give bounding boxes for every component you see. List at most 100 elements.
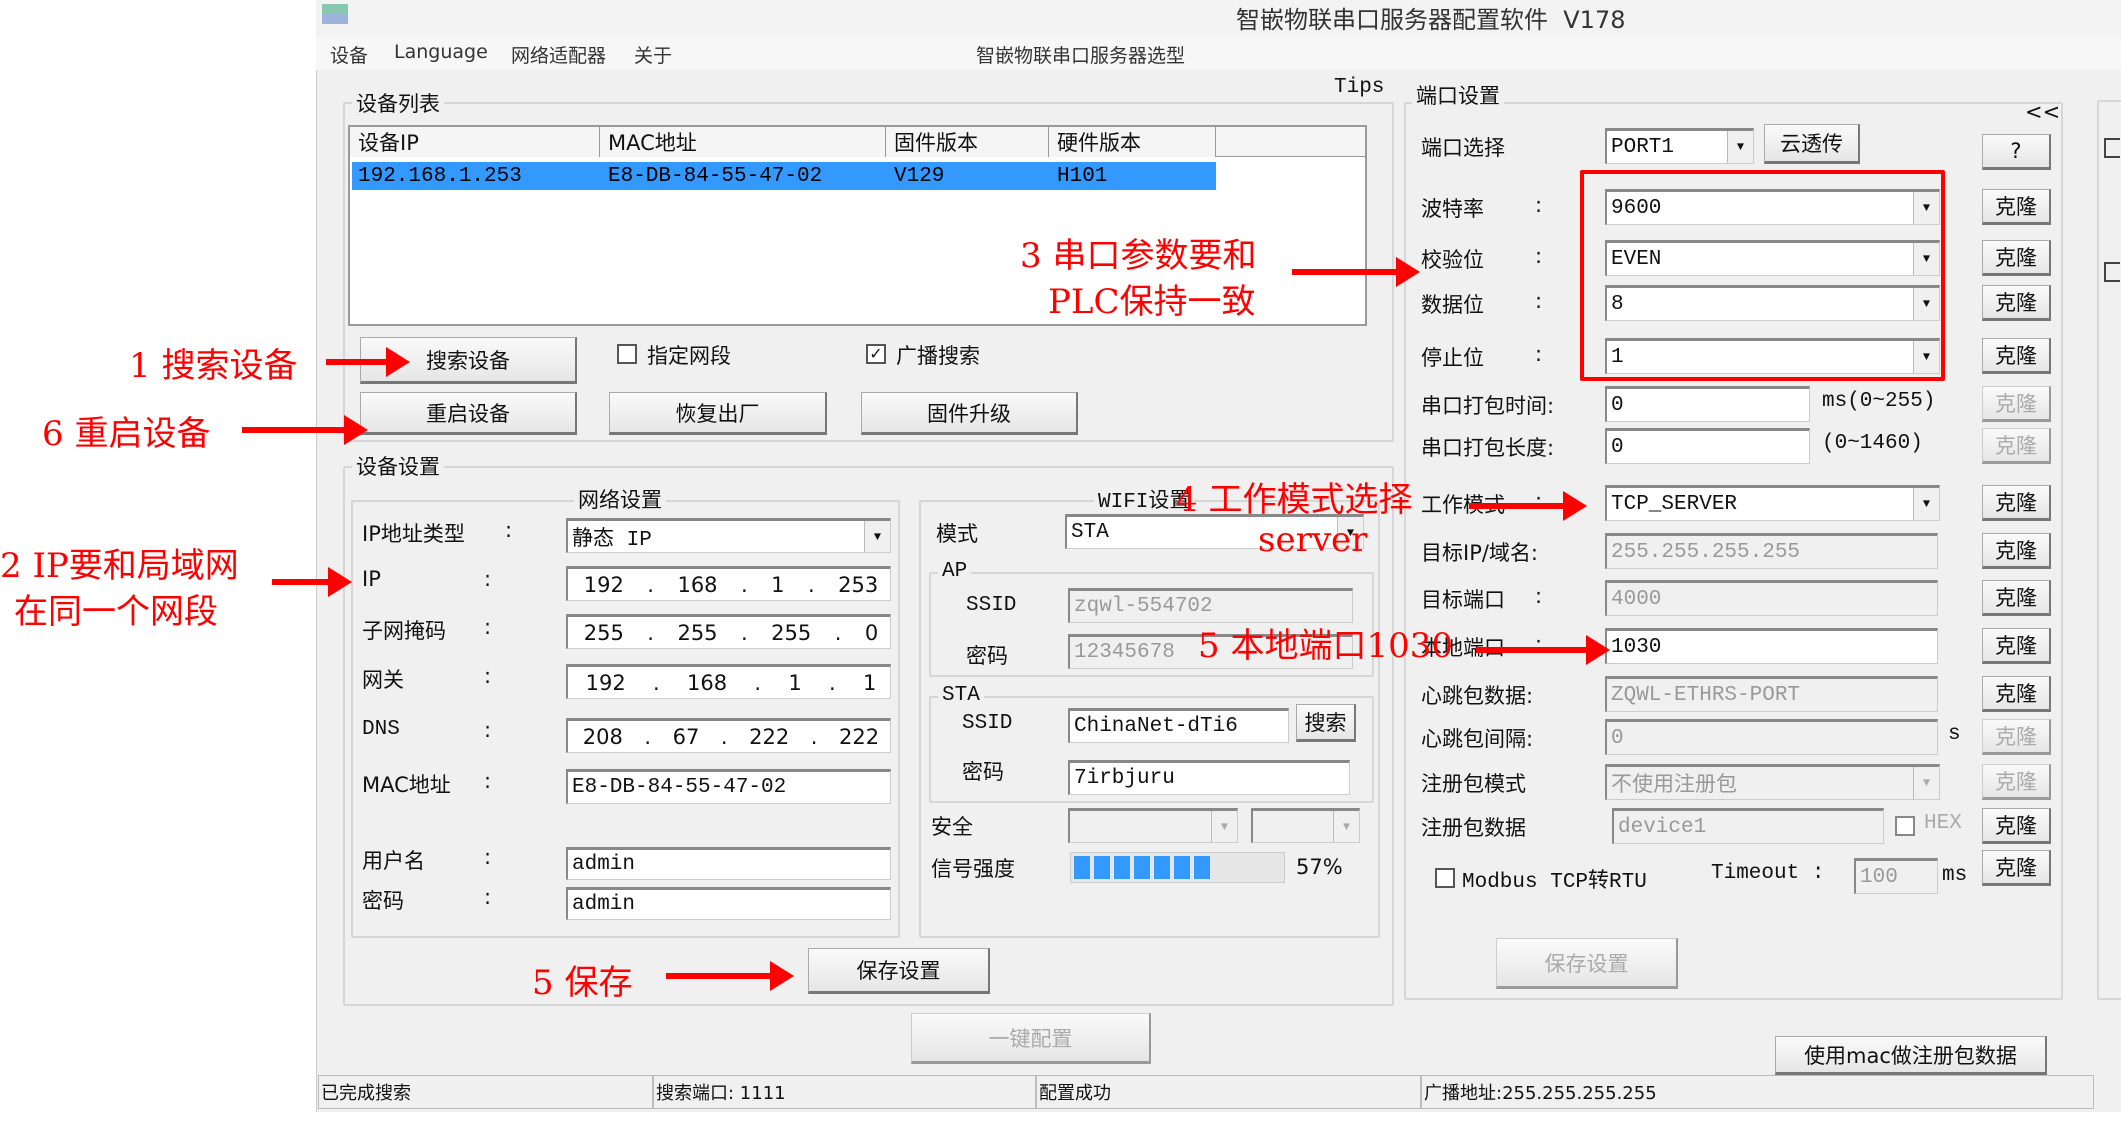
side-panel-checkbox[interactable] — [2104, 262, 2120, 282]
colon: : — [484, 769, 492, 793]
chevron-down-icon[interactable]: ▼ — [1333, 811, 1359, 842]
chevron-down-icon[interactable]: ▼ — [1727, 131, 1753, 163]
menu-language[interactable]: Language — [394, 41, 488, 63]
clone-button[interactable]: 克隆 — [1982, 189, 2051, 225]
port-row-9-field[interactable]: 1030 — [1605, 628, 1938, 664]
clone-button[interactable]: 克隆 — [1982, 485, 2051, 521]
clone-button[interactable]: 克隆 — [1982, 386, 2051, 422]
broadcast-search-checkbox[interactable]: ✓ — [866, 344, 886, 364]
mask-octet[interactable]: 255 — [677, 621, 717, 645]
save-port-settings-button[interactable]: 保存设置 — [1496, 938, 1678, 989]
password-field[interactable]: admin — [566, 887, 891, 920]
status-search-port: 搜索端口: 1111 — [653, 1075, 1036, 1109]
ip-octet[interactable]: 253 — [838, 573, 878, 597]
dns-field[interactable]: 208. 67. 222. 222 — [566, 718, 891, 753]
dns-octet[interactable]: 222 — [749, 725, 789, 749]
clone-button[interactable]: 克隆 — [1982, 580, 2051, 616]
gw-octet[interactable]: 1 — [788, 671, 801, 695]
port-row-7-field[interactable]: 255.255.255.255 — [1605, 533, 1938, 569]
clone-button[interactable]: 克隆 — [1982, 338, 2051, 374]
sta-ssid-field[interactable]: ChinaNet-dTi6 — [1068, 708, 1289, 743]
port-row-11-field[interactable]: 0 — [1605, 719, 1938, 755]
security-select-2[interactable]: ▼ — [1251, 808, 1360, 843]
chevron-down-icon[interactable]: ▼ — [1913, 488, 1939, 520]
col-firmware[interactable]: 固件版本 — [886, 127, 1049, 157]
chevron-down-icon[interactable]: ▼ — [1211, 811, 1237, 842]
reboot-device-button[interactable]: 重启设备 — [360, 392, 577, 435]
ip-address-field[interactable]: 192. 168. 1. 253 — [566, 566, 891, 601]
factory-reset-button[interactable]: 恢复出厂 — [609, 392, 827, 435]
col-mac[interactable]: MAC地址 — [600, 127, 886, 157]
one-key-config-button[interactable]: 一键配置 — [911, 1013, 1151, 1064]
ip-octet[interactable]: 1 — [771, 573, 784, 597]
cloud-passthrough-button[interactable]: 云透传 — [1764, 124, 1860, 164]
clone-button[interactable]: 克隆 — [1982, 850, 2051, 886]
timeout-field[interactable]: 100 — [1854, 858, 1938, 894]
port-row-13-field[interactable]: device1 — [1612, 808, 1884, 844]
col-hardware[interactable]: 硬件版本 — [1049, 127, 1216, 157]
clone-button[interactable]: 克隆 — [1982, 676, 2051, 712]
annotation-ip-2: 在同一个网段 — [14, 592, 218, 632]
hex-checkbox[interactable] — [1895, 816, 1915, 836]
model-selection-link[interactable]: 智嵌物联串口服务器选型 — [976, 41, 1185, 68]
clone-button[interactable]: 克隆 — [1982, 719, 2051, 755]
ip-octet[interactable]: 192 — [584, 573, 624, 597]
mac-field[interactable]: E8-DB-84-55-47-02 — [566, 769, 891, 804]
port-row-10-field[interactable]: ZQWL-ETHRS-PORT — [1605, 676, 1938, 712]
menu-about[interactable]: 关于 — [634, 41, 672, 68]
firmware-upgrade-button[interactable]: 固件升级 — [861, 392, 1078, 435]
specify-segment-checkbox[interactable] — [617, 344, 637, 364]
modbus-tcp-rtu-checkbox[interactable] — [1435, 868, 1455, 888]
use-mac-as-register-button[interactable]: 使用mac做注册包数据 — [1775, 1036, 2047, 1075]
help-button[interactable]: ? — [1982, 134, 2051, 170]
port-row-5-field[interactable]: 0 — [1605, 428, 1810, 464]
port-row-12-select[interactable]: 不使用注册包 ▼ — [1605, 764, 1940, 800]
port-row-8-field[interactable]: 4000 — [1605, 580, 1938, 616]
chevron-down-icon[interactable]: ▼ — [1913, 767, 1939, 799]
port-row-6-select[interactable]: TCP_SERVER ▼ — [1605, 485, 1940, 521]
save-device-settings-button[interactable]: 保存设置 — [808, 948, 990, 994]
security-select-1[interactable]: ▼ — [1068, 808, 1238, 843]
table-row[interactable]: 192.168.1.253 E8-DB-84-55-47-02 V129 H10… — [352, 162, 1216, 190]
window-title: 智嵌物联串口服务器配置软件 V178 — [1236, 6, 1626, 34]
tips-label[interactable]: Tips — [1334, 76, 1384, 99]
clone-button[interactable]: 克隆 — [1982, 628, 2051, 664]
username-field[interactable]: admin — [566, 847, 891, 880]
wifi-mode-value: STA — [1071, 521, 1109, 544]
mask-octet[interactable]: 255 — [771, 621, 811, 645]
gw-octet[interactable]: 1 — [863, 671, 876, 695]
collapse-button[interactable]: << — [2025, 100, 2060, 124]
chevron-down-icon[interactable]: ▼ — [864, 521, 890, 552]
port-select[interactable]: PORT1 ▼ — [1605, 128, 1754, 164]
annotation-search: 1 搜索设备 — [129, 346, 298, 386]
colon: : — [1535, 289, 1543, 313]
port-row-4-field[interactable]: 0 — [1605, 386, 1810, 422]
clone-button[interactable]: 克隆 — [1982, 285, 2051, 321]
wifi-search-button[interactable]: 搜索 — [1296, 704, 1356, 742]
clone-button[interactable]: 克隆 — [1982, 533, 2051, 569]
gateway-field[interactable]: 192. 168. 1. 1 — [566, 664, 891, 699]
signal-segment — [1134, 856, 1150, 879]
annotation-work-mode: 4 工作模式选择 — [1176, 480, 1413, 520]
ip-type-select[interactable]: 静态 IP ▼ — [566, 518, 891, 553]
sta-password-field[interactable]: 7irbjuru — [1068, 760, 1350, 795]
mask-octet[interactable]: 0 — [865, 621, 878, 645]
clone-button[interactable]: 克隆 — [1982, 764, 2051, 800]
ip-octet[interactable]: 168 — [677, 573, 717, 597]
menu-device[interactable]: 设备 — [330, 41, 368, 68]
subnet-mask-label: 子网掩码 — [362, 619, 446, 643]
dns-octet[interactable]: 67 — [673, 725, 700, 749]
clone-button[interactable]: 克隆 — [1982, 428, 2051, 464]
clone-button[interactable]: 克隆 — [1982, 808, 2051, 844]
clone-button[interactable]: 克隆 — [1982, 240, 2051, 276]
side-panel-checkbox[interactable] — [2104, 138, 2120, 158]
subnet-mask-field[interactable]: 255. 255. 255. 0 — [566, 614, 891, 649]
dns-octet[interactable]: 208 — [583, 725, 623, 749]
gw-octet[interactable]: 168 — [687, 671, 727, 695]
col-device-ip[interactable]: 设备IP — [350, 127, 600, 157]
dns-octet[interactable]: 222 — [839, 725, 879, 749]
gw-octet[interactable]: 192 — [586, 671, 626, 695]
mask-octet[interactable]: 255 — [584, 621, 624, 645]
menu-network-adapter[interactable]: 网络适配器 — [511, 41, 606, 68]
port-row-13-label: 注册包数据 — [1421, 816, 1526, 840]
